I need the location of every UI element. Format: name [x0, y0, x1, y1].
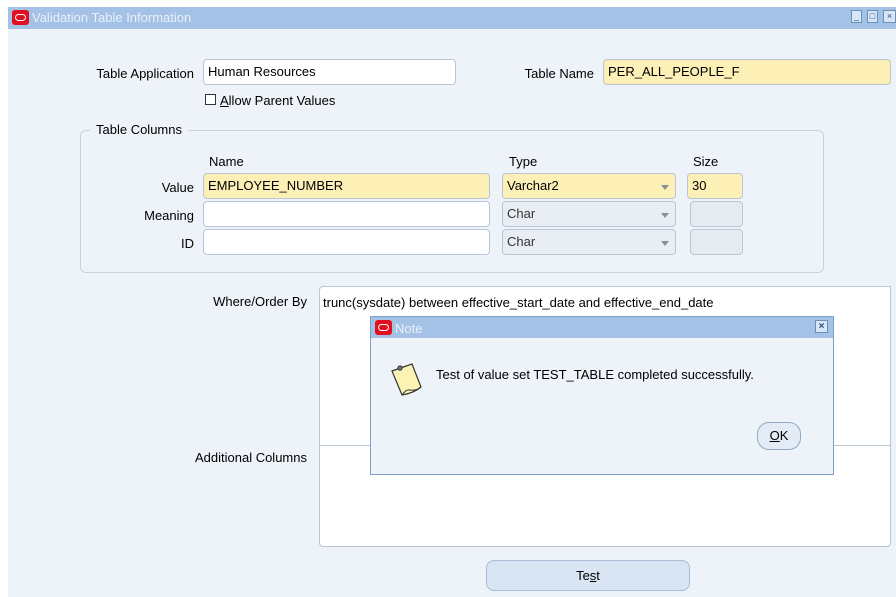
size-header: Size [693, 154, 719, 169]
additional-columns-label: Additional Columns [194, 450, 307, 465]
where-order-by-value: trunc(sysdate) between effective_start_d… [323, 295, 714, 310]
row-label-meaning: Meaning [144, 208, 194, 223]
value-type-select[interactable]: Varchar2 [502, 173, 676, 199]
chevron-down-icon [661, 213, 669, 218]
name-header: Name [209, 154, 244, 169]
meaning-type-select[interactable]: Char [502, 201, 676, 227]
table-name-field[interactable]: PER_ALL_PEOPLE_F [603, 59, 891, 85]
id-type-select[interactable]: Char [502, 229, 676, 255]
maximize-icon[interactable]: □ [867, 10, 878, 23]
note-icon [391, 363, 422, 396]
chevron-down-icon [661, 241, 669, 246]
value-name-field[interactable]: EMPLOYEE_NUMBER [203, 173, 490, 199]
value-size-field[interactable]: 30 [687, 173, 743, 199]
oracle-logo-icon [12, 10, 29, 25]
window-title: Validation Table Information [32, 10, 192, 25]
minimize-icon[interactable]: _ [851, 10, 862, 23]
oracle-logo-icon [375, 320, 392, 335]
row-label-value: Value [161, 180, 194, 195]
close-icon[interactable]: × [883, 10, 896, 23]
id-size-field[interactable] [690, 229, 743, 255]
note-message: Test of value set TEST_TABLE completed s… [436, 367, 754, 382]
id-name-field[interactable] [203, 229, 490, 255]
allow-parent-values-label[interactable]: Allow Parent Values [220, 93, 335, 108]
test-button[interactable]: Test [486, 560, 690, 591]
ok-button[interactable]: OK [757, 422, 801, 450]
note-title: Note [395, 321, 423, 336]
table-application-field[interactable]: Human Resources [203, 59, 456, 85]
note-titlebar[interactable] [371, 317, 833, 338]
close-icon[interactable]: × [815, 320, 828, 333]
row-label-id: ID [181, 236, 194, 251]
table-columns-label: Table Columns [90, 122, 188, 137]
type-header: Type [509, 154, 538, 169]
meaning-size-field[interactable] [690, 201, 743, 227]
chevron-down-icon [661, 185, 669, 190]
where-order-by-label: Where/Order By [213, 294, 307, 309]
table-application-label: Table Application [96, 66, 194, 81]
table-name-label: Table Name [524, 66, 594, 81]
allow-parent-values-checkbox[interactable] [205, 94, 216, 105]
meaning-name-field[interactable] [203, 201, 490, 227]
note-dialog [370, 316, 834, 475]
